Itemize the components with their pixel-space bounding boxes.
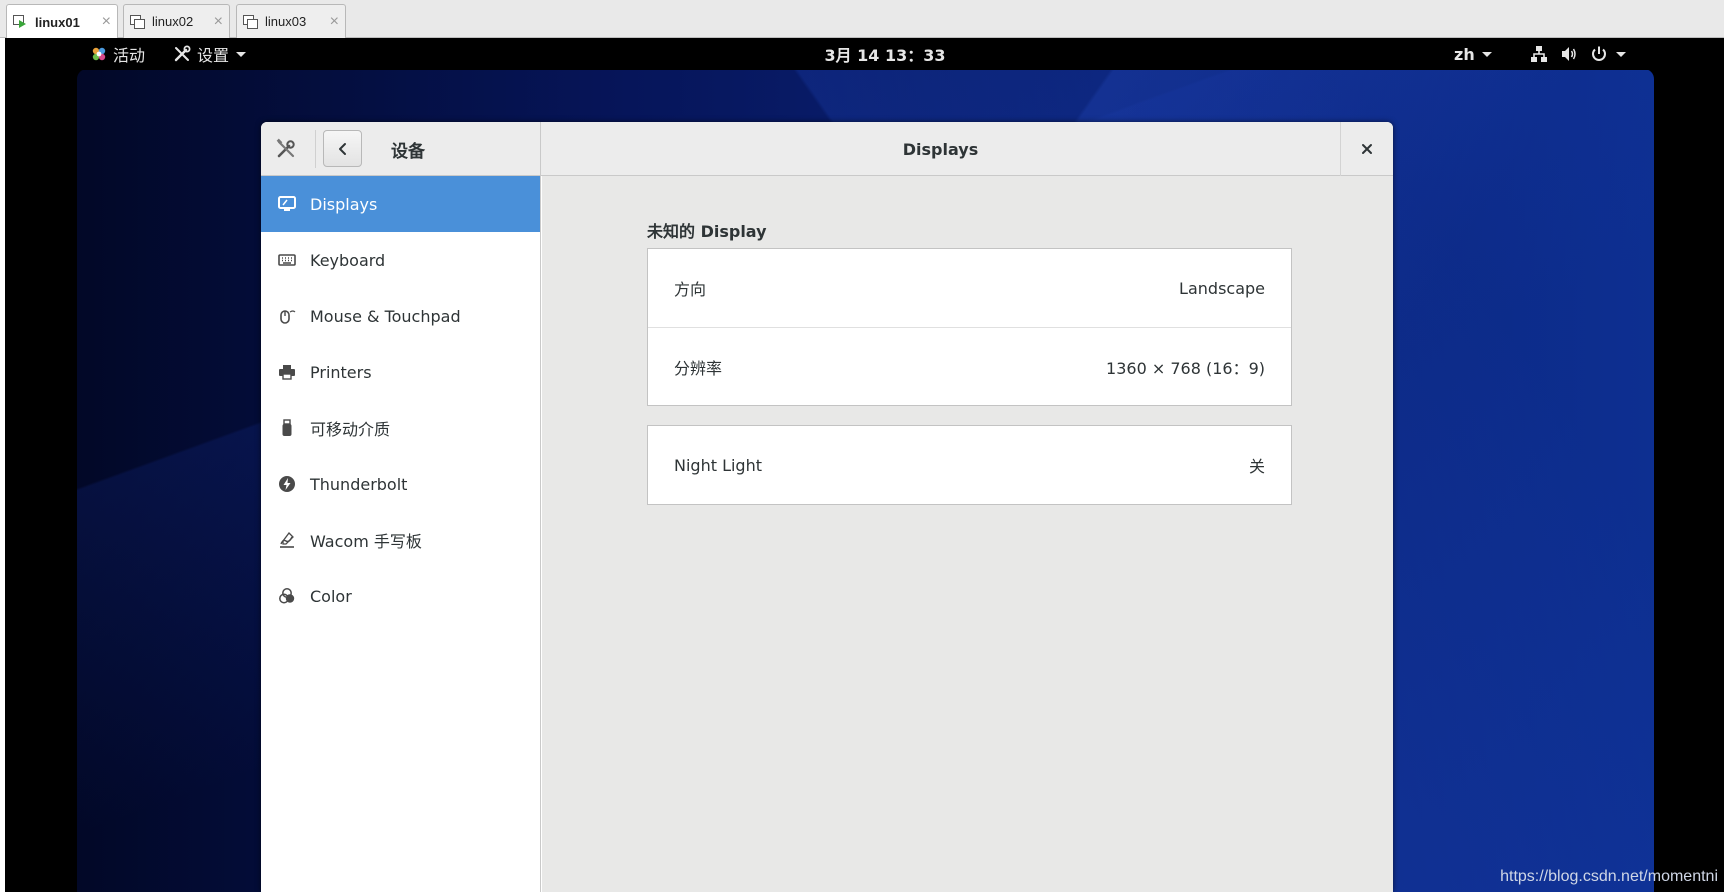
sidebar-item-label: Keyboard: [310, 250, 386, 270]
mouse-icon: [277, 306, 297, 326]
network-icon: [1531, 46, 1547, 62]
header-separator: [315, 130, 316, 168]
vm-tab-label: linux02: [152, 14, 194, 29]
close-icon[interactable]: ×: [102, 13, 111, 31]
activities-button[interactable]: 活动: [91, 38, 145, 70]
watermark: https://blog.csdn.net/momentni: [1500, 868, 1718, 885]
printer-icon: [277, 362, 297, 382]
resolution-value: 1360 × 768 (16：9): [1106, 358, 1265, 378]
sidebar-item-label: Color: [310, 586, 352, 606]
sidebar-item-label: Displays: [310, 194, 378, 214]
panel-title: 设备: [391, 141, 425, 162]
vm-icon: [243, 14, 259, 29]
sidebar-item-keyboard[interactable]: Keyboard: [261, 232, 540, 288]
vm-icon: [130, 14, 146, 29]
header-bar: 设备 Displays: [261, 122, 1393, 176]
thunderbolt-icon: [277, 474, 297, 494]
system-menu-button[interactable]: [1530, 38, 1626, 70]
vm-tab-label: linux03: [265, 14, 307, 29]
app-menu-label: 设置: [197, 46, 230, 65]
sidebar-item-label: Printers: [310, 362, 372, 382]
removable-media-icon: [277, 418, 297, 438]
display-icon: [277, 194, 297, 214]
sidebar-item-wacom[interactable]: Wacom 手写板: [261, 512, 540, 568]
sidebar-item-thunderbolt[interactable]: Thunderbolt: [261, 456, 540, 512]
clock[interactable]: 3月 14 13：33: [765, 38, 1005, 70]
vm-tab-label: linux01: [35, 14, 80, 30]
power-icon: [1592, 46, 1606, 61]
orientation-label: 方向: [674, 280, 707, 299]
devices-sidebar: Displays Keyboard Mouse & Touchpad Print…: [261, 176, 541, 892]
keyboard-icon: [277, 250, 297, 270]
close-icon[interactable]: ×: [214, 13, 223, 31]
night-light-label: Night Light: [674, 455, 762, 475]
sidebar-item-color[interactable]: Color: [261, 568, 540, 624]
display-settings-list: 方向 Landscape 分辨率 1360 × 768 (16：9): [647, 248, 1292, 406]
sidebar-item-mouse-touchpad[interactable]: Mouse & Touchpad: [261, 288, 540, 344]
input-method-button[interactable]: zh: [1454, 38, 1492, 70]
volume-icon: [1562, 47, 1576, 61]
sidebar-item-removable-media[interactable]: 可移动介质: [261, 400, 540, 456]
chevron-left-icon: [338, 142, 346, 155]
activities-label: 活动: [113, 46, 146, 65]
settings-icon: [276, 138, 295, 158]
night-light-value: 关: [1248, 457, 1265, 476]
sidebar-item-label: Mouse & Touchpad: [310, 306, 461, 326]
chevron-down-icon: [236, 51, 247, 57]
sidebar-item-label: Wacom 手写板: [310, 532, 422, 551]
color-icon: [277, 586, 297, 606]
night-light-row[interactable]: Night Light 关: [648, 426, 1291, 504]
header-left-pane: 设备: [261, 122, 541, 176]
vm-tab-linux02[interactable]: linux02 ×: [123, 4, 230, 38]
close-icon[interactable]: ×: [330, 13, 339, 31]
chevron-down-icon: [1481, 51, 1492, 57]
settings-tools-icon: [174, 45, 191, 62]
close-icon: [1362, 144, 1372, 154]
sidebar-item-label: 可移动介质: [310, 420, 391, 439]
close-button[interactable]: [1340, 122, 1393, 176]
tablet-icon: [277, 530, 297, 550]
gnome-top-bar: 活动 设置 3月 14 13：33 zh: [5, 38, 1724, 70]
displays-panel: 未知的 Display 方向 Landscape 分辨率 1360 × 768 …: [542, 176, 1393, 892]
activities-icon: [92, 47, 106, 61]
vm-running-icon: [13, 15, 29, 29]
resolution-row[interactable]: 分辨率 1360 × 768 (16：9): [648, 327, 1291, 405]
orientation-row[interactable]: 方向 Landscape: [648, 249, 1291, 327]
window-title: Displays: [902, 139, 979, 159]
vm-tab-bar: linux01 × linux02 × linux03 ×: [0, 0, 1724, 39]
back-button[interactable]: [323, 130, 362, 167]
guest-screen: 活动 设置 3月 14 13：33 zh 设备 Displays Display…: [5, 38, 1724, 892]
input-method-label: zh: [1454, 44, 1475, 64]
chevron-down-icon: [1616, 51, 1626, 57]
orientation-value: Landscape: [1179, 278, 1265, 298]
vm-tab-linux01[interactable]: linux01 ×: [6, 4, 118, 39]
sidebar-item-printers[interactable]: Printers: [261, 344, 540, 400]
settings-window: 设备 Displays Displays Keyboard Mouse & To…: [261, 122, 1393, 892]
app-menu-button[interactable]: 设置: [173, 38, 247, 70]
sidebar-item-displays[interactable]: Displays: [261, 176, 540, 232]
display-section-title: 未知的 Display: [647, 222, 767, 241]
night-light-list: Night Light 关: [647, 425, 1292, 505]
sidebar-item-label: Thunderbolt: [310, 474, 408, 494]
resolution-label: 分辨率: [674, 358, 723, 378]
vm-tab-linux03[interactable]: linux03 ×: [236, 4, 346, 38]
